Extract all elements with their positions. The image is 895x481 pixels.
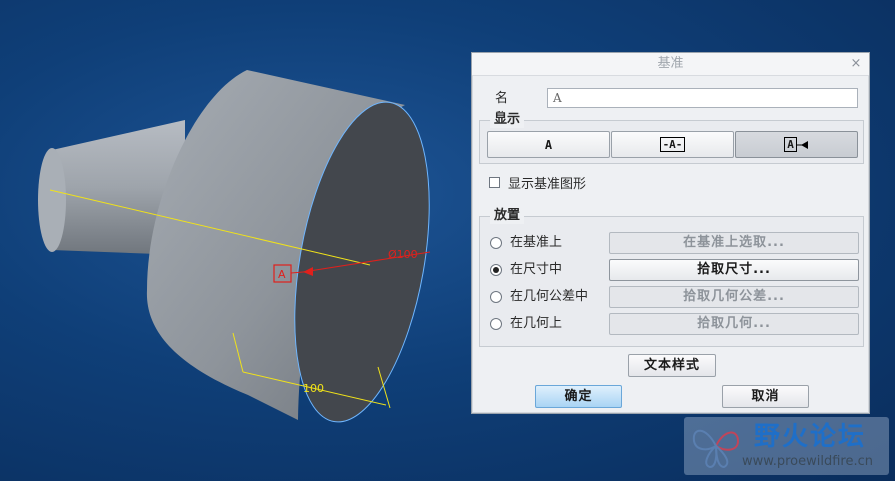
radio-in-gtol[interactable]: [490, 291, 502, 303]
radio-label-on-datum: 在基准上: [510, 235, 563, 250]
close-icon[interactable]: ×: [849, 53, 863, 75]
display-dashed-button[interactable]: -A-: [611, 131, 734, 158]
butterfly-logo-icon: [692, 429, 740, 469]
ok-button[interactable]: 确定: [535, 385, 622, 408]
show-datum-shape-row[interactable]: 显示基准图形: [489, 173, 586, 192]
display-plain-button[interactable]: A: [487, 131, 610, 158]
radio-in-dimension[interactable]: [490, 264, 502, 276]
radio-label-on-geometry: 在几何上: [510, 316, 563, 331]
datum-dashed-icon: -A-: [659, 137, 686, 152]
show-datum-shape-label: 显示基准图形: [508, 177, 587, 192]
display-flag-button[interactable]: A: [735, 131, 858, 158]
name-input[interactable]: A: [547, 88, 858, 108]
length-dimension-text[interactable]: 100: [303, 382, 324, 395]
dialog-titlebar[interactable]: 基准 ×: [472, 53, 869, 76]
display-group: 显示 A -A- A: [479, 112, 864, 164]
placement-option-in-gtol[interactable]: 在几何公差中 拾取几何公差...: [490, 286, 860, 308]
watermark-title: 野火论坛: [754, 422, 867, 452]
placement-option-on-datum[interactable]: 在基准上 在基准上选取...: [490, 232, 860, 254]
show-datum-shape-checkbox[interactable]: [489, 177, 500, 188]
placement-option-on-geometry[interactable]: 在几何上 拾取几何...: [490, 313, 860, 335]
pick-gtol-button[interactable]: 拾取几何公差...: [609, 286, 859, 308]
datum-tag-label[interactable]: A: [278, 268, 286, 281]
dialog-title: 基准: [657, 56, 684, 71]
display-group-title: 显示: [490, 112, 525, 128]
radio-label-in-dimension: 在尺寸中: [510, 262, 563, 277]
pick-dimension-button[interactable]: 拾取尺寸...: [609, 259, 859, 281]
datum-plain-icon: A: [544, 137, 553, 152]
datum-dialog: 基准 × 名称 A 显示 A -A- A 显示基准图形 放置 在基准上 在基: [471, 52, 870, 414]
datum-flag-icon: A: [784, 137, 797, 152]
diameter-dimension-text[interactable]: Ø100: [388, 248, 418, 261]
select-on-datum-button[interactable]: 在基准上选取...: [609, 232, 859, 254]
radio-on-geometry[interactable]: [490, 318, 502, 330]
placement-option-in-dimension[interactable]: 在尺寸中 拾取尺寸...: [490, 259, 860, 281]
pick-geometry-button[interactable]: 拾取几何...: [609, 313, 859, 335]
watermark-url: www.proewildfire.cn: [742, 454, 873, 469]
radio-label-in-gtol: 在几何公差中: [510, 289, 589, 304]
placement-group: 放置 在基准上 在基准上选取... 在尺寸中 拾取尺寸... 在几何公差中 拾取…: [479, 208, 864, 347]
radio-on-datum[interactable]: [490, 237, 502, 249]
cancel-button[interactable]: 取消: [722, 385, 809, 408]
datum-flag-arrow-icon: [796, 140, 808, 149]
forum-watermark: 野火论坛 www.proewildfire.cn: [684, 417, 889, 475]
placement-group-title: 放置: [490, 208, 525, 224]
text-style-button[interactable]: 文本样式: [628, 354, 716, 377]
